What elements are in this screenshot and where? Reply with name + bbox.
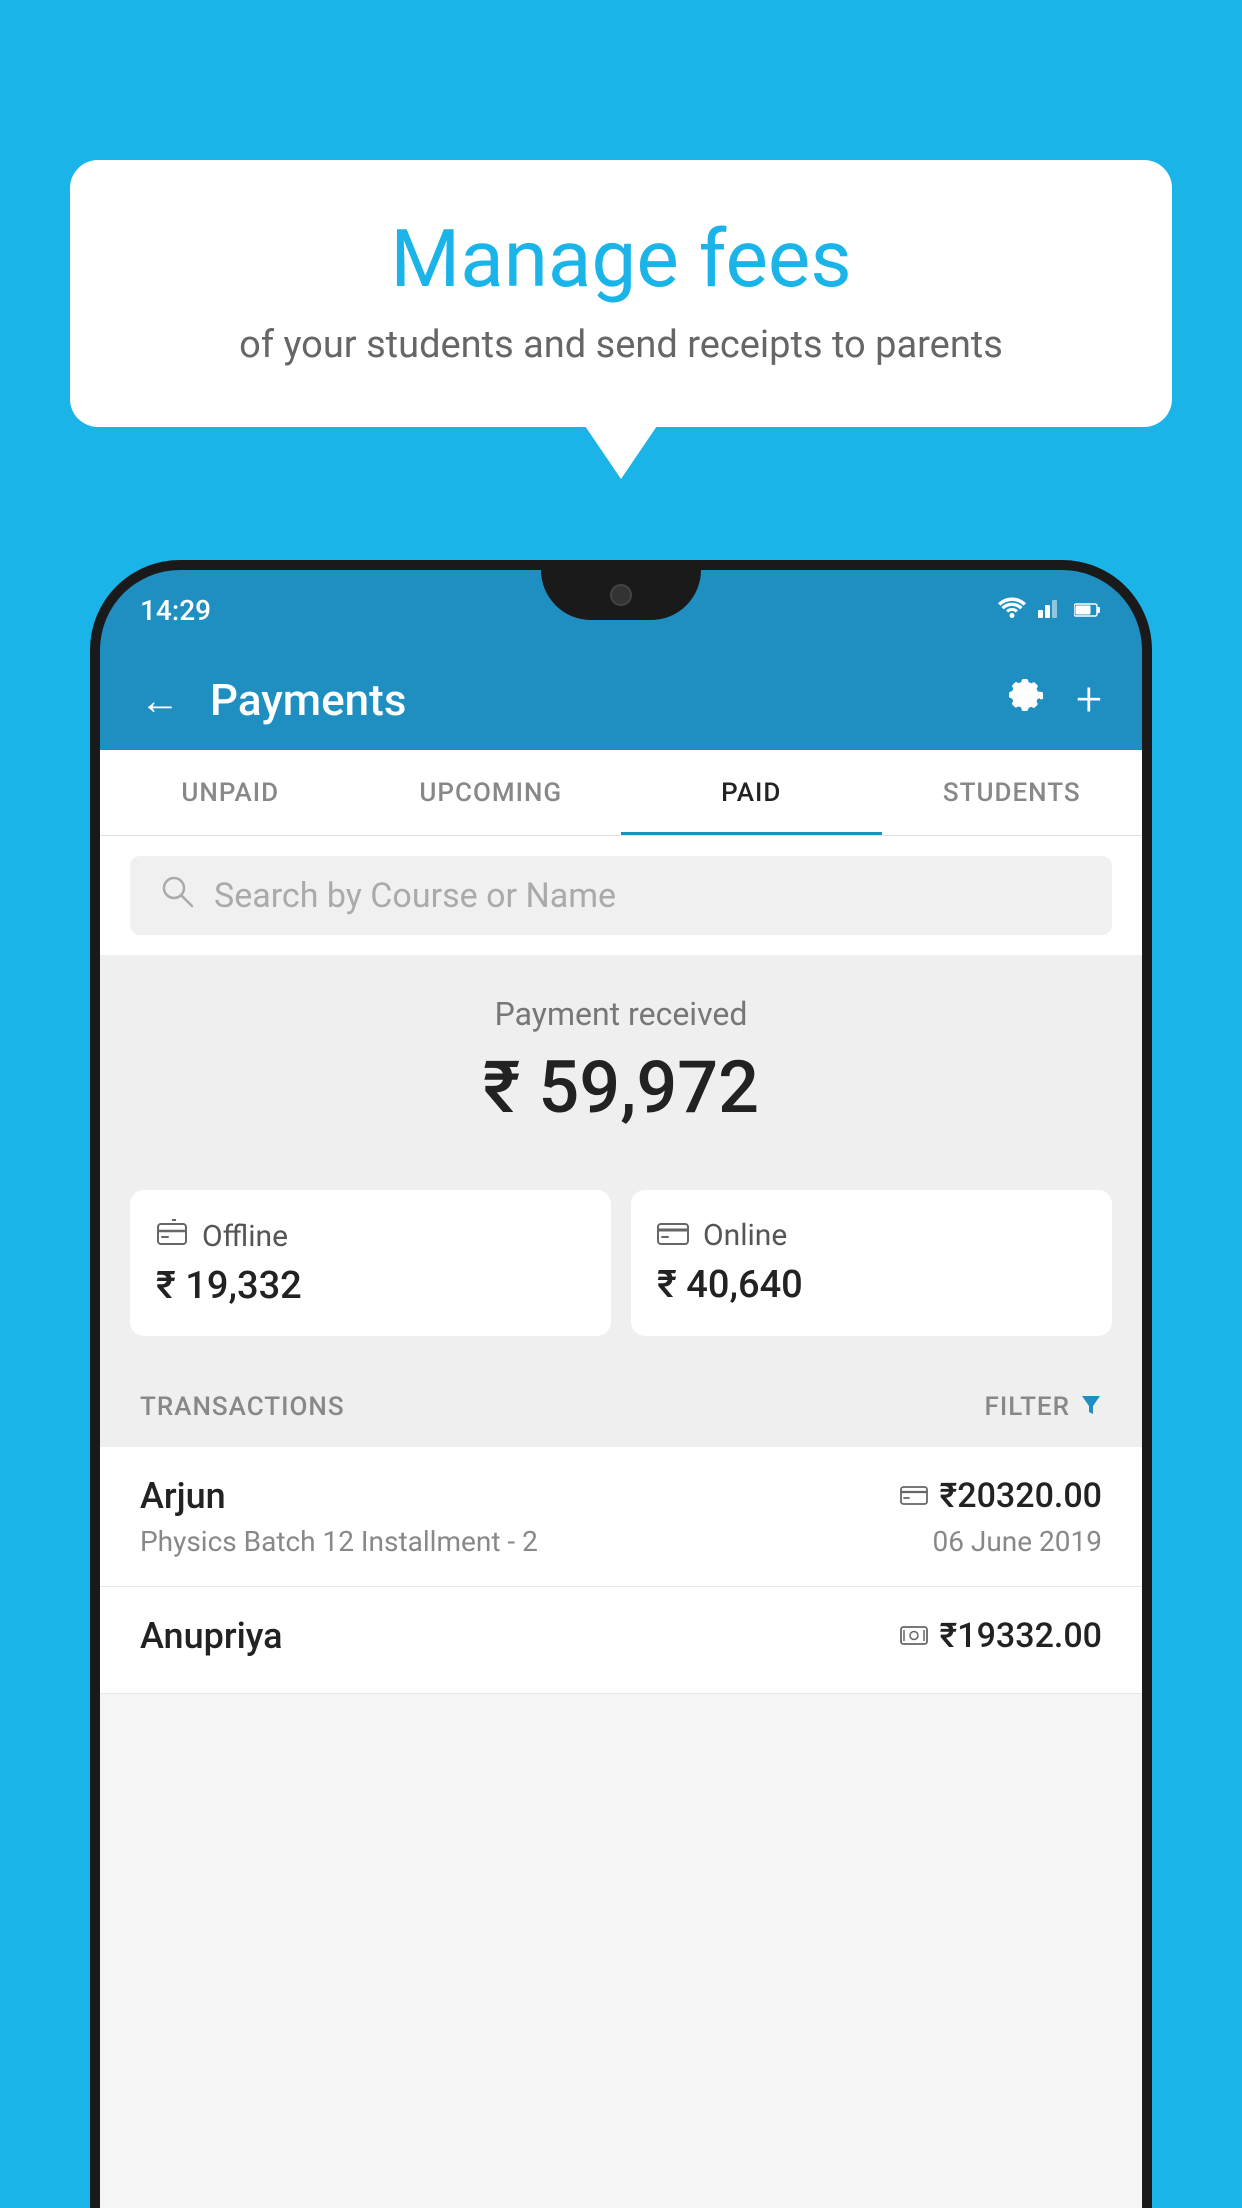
speech-bubble: Manage fees of your students and send re…: [70, 160, 1172, 427]
search-placeholder: Search by Course or Name: [214, 876, 616, 916]
filter-button[interactable]: FILTER: [985, 1390, 1102, 1423]
app-content: ← Payments + UNPAID: [100, 650, 1142, 2208]
transactions-header: TRANSACTIONS FILTER: [100, 1366, 1142, 1447]
offline-icon: [156, 1218, 188, 1254]
offline-amount: ₹ 19,332: [156, 1264, 585, 1308]
search-container: Search by Course or Name: [100, 836, 1142, 955]
transaction-amount: ₹19332.00: [940, 1616, 1102, 1656]
header-left: ← Payments: [140, 674, 406, 726]
transaction-bottom: Physics Batch 12 Installment - 2 06 June…: [140, 1525, 1102, 1558]
tab-paid[interactable]: PAID: [621, 750, 882, 835]
search-icon: [160, 874, 194, 917]
back-button[interactable]: ←: [140, 677, 180, 724]
filter-label: FILTER: [985, 1392, 1070, 1422]
transaction-list: Arjun ₹20320.00: [100, 1447, 1142, 1694]
header-right: +: [1006, 673, 1102, 727]
transaction-name: Arjun: [140, 1475, 226, 1517]
tab-bar: UNPAID UPCOMING PAID STUDENTS: [100, 750, 1142, 836]
search-bar[interactable]: Search by Course or Name: [130, 856, 1112, 935]
settings-icon[interactable]: [1006, 675, 1046, 725]
bubble-subtitle: of your students and send receipts to pa…: [130, 323, 1112, 367]
phone-inner: 14:29: [100, 570, 1142, 2208]
payment-received-amount: ₹ 59,972: [130, 1045, 1112, 1130]
battery-icon: [1074, 595, 1102, 625]
transaction-amount: ₹20320.00: [940, 1476, 1102, 1516]
payment-received-section: Payment received ₹ 59,972: [100, 955, 1142, 1170]
header-title: Payments: [210, 674, 406, 726]
status-bar-area: 14:29: [100, 570, 1142, 650]
status-time: 14:29: [140, 594, 211, 627]
phone-mockup: 14:29: [90, 560, 1152, 2208]
bubble-title: Manage fees: [130, 215, 1112, 303]
notch: [541, 570, 701, 620]
offline-card-header: Offline: [156, 1218, 585, 1254]
transaction-name: Anupriya: [140, 1615, 283, 1657]
table-row[interactable]: Arjun ₹20320.00: [100, 1447, 1142, 1587]
online-card-header: Online: [657, 1218, 1086, 1253]
online-icon: [657, 1218, 689, 1253]
app-header: ← Payments +: [100, 650, 1142, 750]
transaction-top: Arjun ₹20320.00: [140, 1475, 1102, 1517]
transaction-amount-wrap: ₹20320.00: [900, 1476, 1102, 1516]
signal-icon: [1038, 595, 1062, 625]
transaction-top: Anupriya ₹19332.00: [140, 1615, 1102, 1657]
tab-upcoming[interactable]: UPCOMING: [361, 750, 622, 835]
online-card: Online ₹ 40,640: [631, 1190, 1112, 1336]
transaction-amount-wrap: ₹19332.00: [900, 1616, 1102, 1656]
transactions-label: TRANSACTIONS: [140, 1392, 345, 1422]
camera: [610, 584, 632, 606]
online-amount: ₹ 40,640: [657, 1263, 1086, 1307]
online-label: Online: [703, 1218, 787, 1253]
offline-card: Offline ₹ 19,332: [130, 1190, 611, 1336]
add-button[interactable]: +: [1076, 673, 1102, 727]
transaction-date: 06 June 2019: [932, 1525, 1102, 1558]
tab-students[interactable]: STUDENTS: [882, 750, 1143, 835]
wifi-icon: [998, 595, 1026, 625]
transaction-course: Physics Batch 12 Installment - 2: [140, 1525, 538, 1558]
tab-unpaid[interactable]: UNPAID: [100, 750, 361, 835]
filter-icon: [1080, 1390, 1102, 1423]
offline-label: Offline: [202, 1219, 288, 1254]
payment-cards: Offline ₹ 19,332 Online: [100, 1170, 1142, 1366]
card-payment-icon: [900, 1480, 928, 1513]
table-row[interactable]: Anupriya ₹19332.00: [100, 1587, 1142, 1694]
status-icons: [998, 595, 1102, 625]
payment-received-label: Payment received: [130, 995, 1112, 1033]
cash-payment-icon: [900, 1620, 928, 1653]
